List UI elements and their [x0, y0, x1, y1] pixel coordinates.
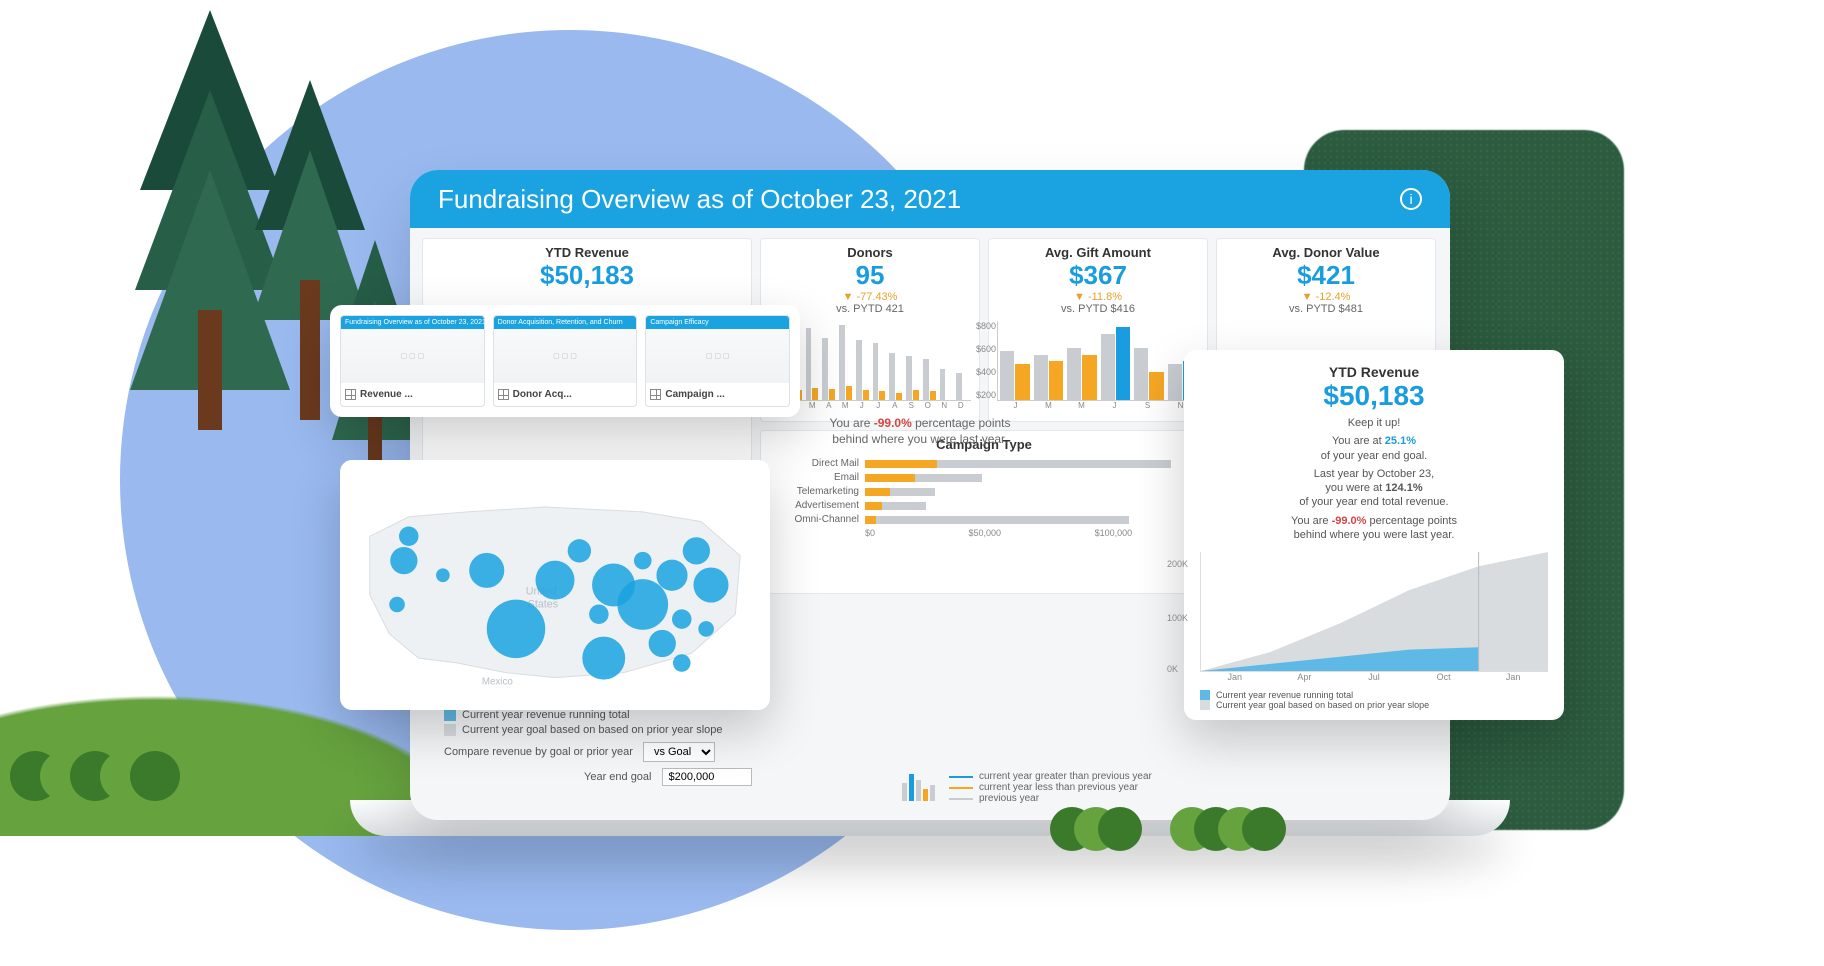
sheet-tabs-popup: Fundraising Overview as of October 23, 2… [330, 305, 800, 417]
kpi-value: 95 [769, 260, 971, 291]
kpi-delta: ▼ -11.8% [997, 291, 1199, 303]
kpi-delta: ▼ -77.43% [769, 291, 971, 303]
dashboard-title: Fundraising Overview as of October 23, 2… [438, 184, 961, 215]
grid-icon [498, 389, 509, 400]
grid-icon [345, 389, 356, 400]
kpi-title: Donors [769, 245, 971, 260]
kpi-value: $50,183 [431, 260, 743, 291]
kpi-title: Avg. Gift Amount [997, 245, 1199, 260]
us-bubble-map[interactable]: United States Mexico [348, 468, 762, 702]
legend-swatch [444, 724, 456, 736]
campaign-type-chart[interactable]: Direct MailEmailTelemarketingAdvertiseme… [769, 458, 1199, 525]
donor-map-popup[interactable]: United States Mexico [340, 460, 770, 710]
last-year-text: Last year by October 23, you were at 124… [1200, 467, 1548, 510]
goal-progress-text: You are at 25.1% of your year end goal. [1200, 434, 1548, 463]
ytd-revenue-detail-popup: YTD Revenue $50,183 Keep it up! You are … [1184, 350, 1564, 720]
bush-illustration [1180, 817, 1276, 846]
triangle-down-icon: ▼ [1074, 291, 1085, 303]
avg-gift-card: Avg. Gift Amount $367 ▼ -11.8% vs. PYTD … [988, 238, 1208, 422]
ytd-x-axis: JanAprJulOctJan [1200, 672, 1548, 682]
svg-text:Mexico: Mexico [482, 676, 513, 687]
encouragement-text: Keep it up! [1200, 416, 1548, 430]
avg-gift-bar-chart[interactable]: $800$600$400$200 [997, 321, 1199, 401]
goal-label: Year end goal [584, 771, 652, 783]
campaign-x-axis: $0$50,000$100,000 [865, 528, 1199, 538]
legend-swatch [444, 709, 456, 721]
sheet-tab[interactable]: Fundraising Overview as of October 23, 2… [340, 315, 485, 407]
kpi-comparison: vs. PYTD $416 [997, 303, 1199, 315]
info-icon[interactable]: i [1400, 188, 1422, 210]
goal-input[interactable] [662, 768, 752, 786]
kpi-value: $367 [997, 260, 1199, 291]
ytd-area-chart[interactable]: 200K 100K 0K [1200, 552, 1548, 672]
kpi-value: $421 [1225, 260, 1427, 291]
kpi-delta: ▼ -12.4% [1225, 291, 1427, 303]
legend-lines: current year greater than previous year … [949, 771, 1152, 804]
triangle-down-icon: ▼ [1302, 291, 1313, 303]
grid-icon [650, 389, 661, 400]
behind-text: You are -99.0% percentage points behind … [1200, 514, 1548, 543]
avg-gift-x-axis: JMMJSN [997, 401, 1199, 410]
legend-sample-bars [902, 771, 935, 801]
kpi-title: YTD Revenue [431, 245, 743, 260]
compare-select[interactable]: vs Goal [643, 742, 715, 762]
bush-illustration [1060, 817, 1132, 846]
campaign-type-card: Campaign Type Direct MailEmailTelemarket… [760, 430, 1208, 594]
triangle-down-icon: ▼ [843, 291, 854, 303]
sheet-tab[interactable]: Campaign Efficacy▢ ▢ ▢Campaign ... [645, 315, 790, 407]
legend-item: Current year goal based on based on prio… [1200, 700, 1548, 710]
kpi-title: YTD Revenue [1200, 364, 1548, 380]
kpi-title: Avg. Donor Value [1225, 245, 1427, 260]
dashboard-header: Fundraising Overview as of October 23, 2… [410, 170, 1450, 228]
kpi-value: $50,183 [1200, 380, 1548, 412]
kpi-comparison: vs. PYTD $481 [1225, 303, 1427, 315]
bush-illustration [20, 761, 170, 796]
context-text: You are -99.0% percentage points behind … [810, 415, 1030, 447]
sheet-tab[interactable]: Donor Acquisition, Retention, and Churn▢… [493, 315, 638, 407]
legend-item: Current year revenue running total [1200, 690, 1548, 700]
legend-item: Current year revenue running total [444, 709, 846, 721]
legend-label: Current year revenue running total [462, 709, 630, 721]
compare-label: Compare revenue by goal or prior year [444, 746, 633, 758]
legend-label: Current year goal based on based on prio… [462, 724, 723, 736]
legend-item: Current year goal based on based on prio… [444, 724, 846, 736]
